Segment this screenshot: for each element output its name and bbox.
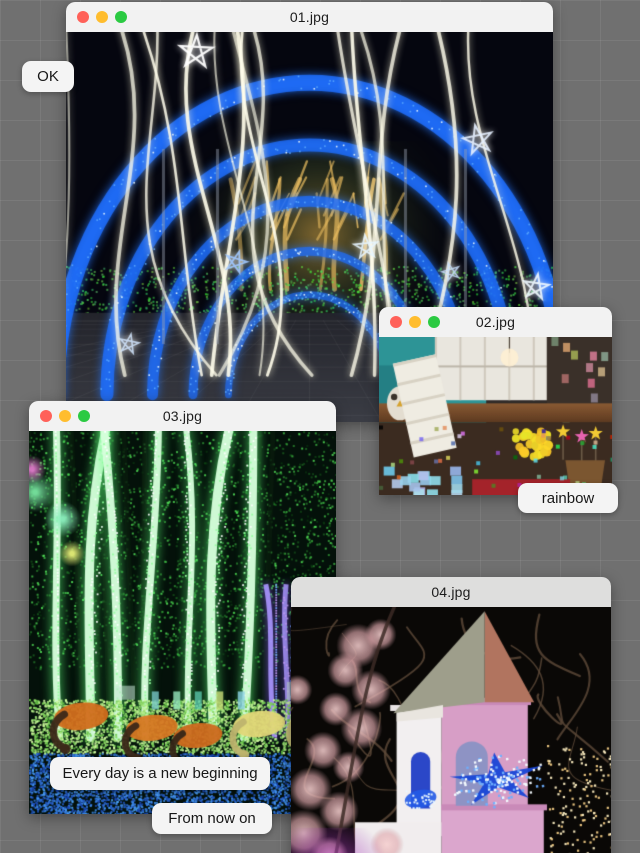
traffic-lights-01 — [77, 2, 127, 32]
zoom-button-icon[interactable] — [115, 11, 127, 23]
titlebar-03[interactable]: 03.jpg — [29, 401, 336, 431]
pink-bell-tower-photo — [291, 607, 611, 853]
titlebar-02[interactable]: 02.jpg — [379, 307, 612, 337]
close-button-icon[interactable] — [40, 410, 52, 422]
titlebar-01[interactable]: 01.jpg — [66, 2, 553, 32]
window-title-04: 04.jpg — [431, 584, 471, 600]
gift-shop-interior-photo — [379, 337, 612, 495]
titlebar-04[interactable]: 04.jpg — [291, 577, 611, 607]
ok-button[interactable]: OK — [22, 61, 74, 92]
desktop-canvas: 01.jpg 02.jpg 03.jpg 04.jpg OK rainbow E… — [0, 0, 640, 853]
every-day-label[interactable]: Every day is a new beginning — [50, 757, 270, 790]
zoom-button-icon[interactable] — [428, 316, 440, 328]
image-window-02[interactable]: 02.jpg — [379, 307, 612, 495]
traffic-lights-02 — [390, 307, 440, 337]
minimize-button-icon[interactable] — [96, 11, 108, 23]
close-button-icon[interactable] — [390, 316, 402, 328]
window-title-01: 01.jpg — [289, 9, 330, 25]
from-now-on-button[interactable]: From now on — [152, 803, 272, 834]
image-window-04[interactable]: 04.jpg — [291, 577, 611, 853]
image-window-03[interactable]: 03.jpg — [29, 401, 336, 814]
minimize-button-icon[interactable] — [409, 316, 421, 328]
minimize-button-icon[interactable] — [59, 410, 71, 422]
traffic-lights-03 — [40, 401, 90, 431]
zoom-button-icon[interactable] — [78, 410, 90, 422]
rainbow-label[interactable]: rainbow — [518, 483, 618, 513]
close-button-icon[interactable] — [77, 11, 89, 23]
